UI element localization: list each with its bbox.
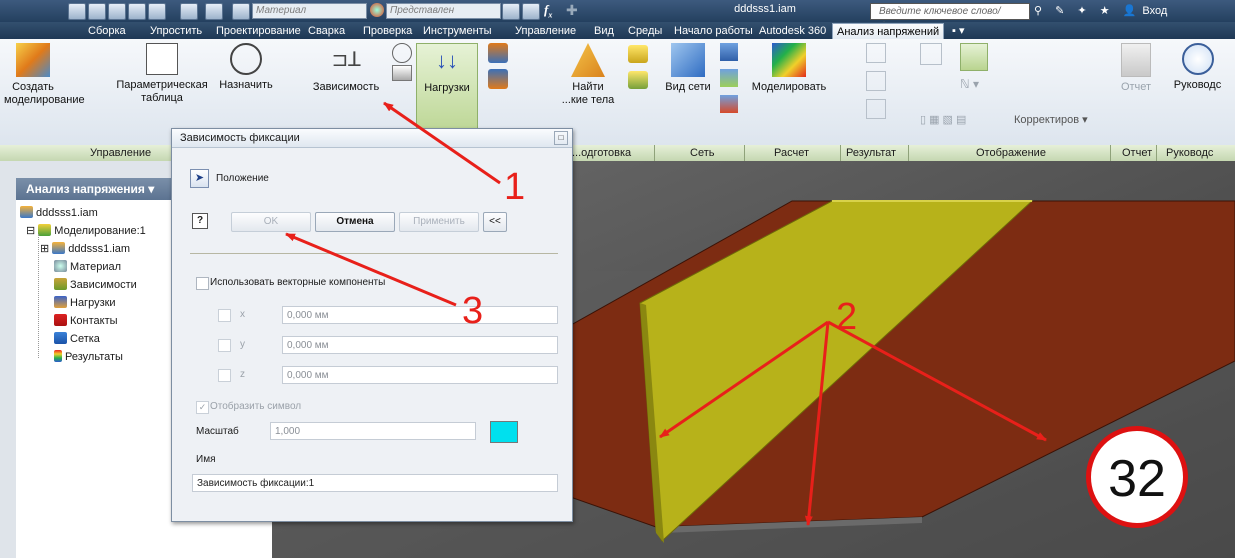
annotation-1: 1 xyxy=(504,166,526,208)
annotation-arrows xyxy=(285,101,1047,526)
annotation-3: 3 xyxy=(462,290,484,332)
arrow-2a xyxy=(659,320,829,439)
page-number-badge: 32 xyxy=(1086,426,1188,528)
annotation-2: 2 xyxy=(836,296,858,338)
arrow-1 xyxy=(383,101,501,185)
arrow-3 xyxy=(285,232,457,307)
arrow-2c xyxy=(827,320,1047,442)
arrow-2b xyxy=(804,321,830,526)
